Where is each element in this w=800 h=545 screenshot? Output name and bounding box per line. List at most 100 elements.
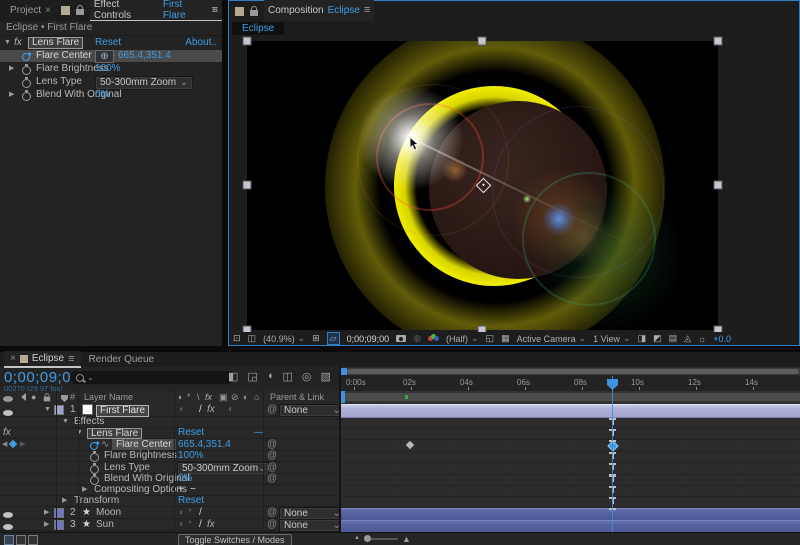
stopwatch-icon[interactable] (20, 51, 31, 62)
composition-viewport[interactable] (229, 36, 799, 332)
playhead-line[interactable] (612, 376, 613, 532)
region-of-interest-icon[interactable]: ◱ (486, 333, 495, 344)
pickwhip-icon[interactable]: @ (267, 474, 277, 484)
stopwatch-icon[interactable] (22, 79, 31, 88)
pickwhip-icon[interactable]: @ (267, 519, 277, 530)
composition-breadcrumb-tab[interactable]: Eclipse (232, 22, 284, 35)
param-row-flare-center[interactable]: Flare Center ⊕ 665.4,351.4 (0, 50, 222, 62)
tab-project[interactable]: Project × (6, 0, 55, 21)
expand-layer-switches-icon[interactable] (4, 535, 14, 545)
stopwatch-icon[interactable] (22, 92, 31, 101)
pickwhip-icon[interactable]: @ (267, 403, 277, 416)
next-keyframe-icon[interactable]: ▶ (20, 439, 25, 450)
stopwatch-icon[interactable] (90, 453, 99, 462)
quality-switch[interactable]: / (199, 403, 202, 416)
param-row-lens-type[interactable]: Lens Type 50-300mm Zoom ⌄ (0, 76, 222, 88)
selection-handle[interactable] (714, 181, 723, 190)
resolution-select[interactable]: (Half) ⌄ (446, 333, 479, 344)
layer-bar-first-flare[interactable] (341, 404, 800, 418)
param-value[interactable]: 665.4,351.4 (118, 50, 171, 62)
quality-switch[interactable]: / (199, 519, 202, 530)
property-row-flare-brightness[interactable]: Flare Brightness 100% @ (0, 451, 339, 462)
mini-flowchart-icon[interactable]: ◧ (228, 370, 238, 383)
close-icon[interactable]: × (10, 353, 16, 364)
keyframe-toggle-icon[interactable] (9, 440, 17, 448)
snapshot-camera-icon[interactable] (396, 335, 406, 342)
expand-transfer-controls-icon[interactable] (16, 535, 26, 545)
zoom-in-mountain-icon[interactable]: ▲ (402, 534, 411, 544)
frame-blending-icon[interactable]: ◫ (282, 370, 292, 383)
magnification-select[interactable]: (40.9%) ⌄ (263, 333, 305, 344)
work-area-region[interactable] (343, 393, 800, 401)
property-value[interactable]: 0% (178, 474, 192, 484)
collapse-triangle-icon[interactable]: ▼ (62, 417, 69, 427)
effect-row-lens-flare[interactable]: fx ▼ Lens Flare Reset — (0, 428, 339, 439)
mask-visibility-toggle[interactable]: ▱ (327, 332, 340, 345)
parent-select[interactable]: None ⌄ (279, 404, 346, 417)
panel-overflow-icon[interactable]: » (212, 4, 218, 16)
expand-triangle-icon[interactable]: ▶ (44, 507, 49, 518)
primary-viewer-icon[interactable]: ◫ (248, 333, 257, 344)
collapse-triangle-icon[interactable]: ▼ (44, 403, 51, 416)
parent-select[interactable]: None ⌄ (279, 519, 346, 532)
time-navigator-start-handle[interactable] (341, 368, 347, 375)
graph-editor-icon[interactable]: ▧ (320, 370, 330, 383)
expand-triangle-icon[interactable]: ▶ (9, 63, 14, 75)
param-row-flare-brightness[interactable]: ▶ Flare Brightness 100% (0, 63, 222, 75)
eye-icon[interactable] (3, 524, 13, 530)
comp-flowchart-icon[interactable]: ◬ (684, 333, 691, 344)
group-row-effects[interactable]: ▼ Effects (0, 417, 339, 428)
layer-row-sun[interactable]: ▶ 3 ★ Sun ◖ * / fx @ None ⌄ (0, 519, 339, 531)
panel-menu-icon[interactable]: ≡ (68, 353, 74, 365)
tab-timeline-eclipse[interactable]: × Eclipse ≡ (4, 351, 81, 368)
comp-marker[interactable] (405, 395, 408, 399)
prev-keyframe-icon[interactable]: ◀ (2, 439, 7, 450)
effect-about-link[interactable]: About.. (185, 37, 217, 49)
lock-icon[interactable] (76, 9, 84, 15)
flare-center-point-button[interactable]: ⊕ (95, 50, 114, 63)
view-layout-select[interactable]: 1 View ⌄ (593, 333, 630, 344)
timeline-timecode-block[interactable]: 0;00;09;00 00270 (29.97 fps) (4, 369, 80, 393)
transform-reset-button[interactable]: Reset (178, 496, 204, 506)
param-value[interactable]: 0% (95, 89, 109, 101)
layer-name[interactable]: Moon (96, 507, 121, 518)
eye-icon[interactable] (3, 410, 13, 416)
layer-bar-sun[interactable] (341, 520, 800, 532)
effect-reset-button[interactable]: Reset (95, 37, 121, 49)
time-ruler[interactable]: 0:00s 02s 04s 06s 08s 10s 12s 14s (341, 375, 800, 392)
reset-exposure-icon[interactable]: ☼ (698, 334, 706, 344)
comp-current-time[interactable]: 0;00;09;00 (347, 334, 390, 344)
collapse-switch[interactable]: * (188, 507, 192, 518)
time-navigator-bar[interactable] (347, 369, 799, 374)
shy-switch[interactable]: ◖ (178, 403, 184, 416)
timeline-search-input[interactable]: ⌄ (70, 371, 234, 384)
toggle-switches-modes-button[interactable]: Toggle Switches / Modes (178, 534, 292, 545)
expand-triangle-icon[interactable]: ▶ (44, 519, 49, 530)
view-select[interactable]: Active Camera ⌄ (517, 333, 587, 344)
timeline-button-icon[interactable]: ▤ (669, 333, 678, 344)
time-navigator[interactable] (341, 368, 800, 375)
effect-name[interactable]: Lens Flare (87, 428, 142, 439)
eye-icon[interactable] (3, 512, 13, 518)
show-snapshot-icon[interactable]: ◍ (413, 333, 421, 344)
effect-reset-button[interactable]: Reset (178, 428, 204, 438)
selection-handle[interactable] (243, 37, 252, 46)
group-row-compositing-options[interactable]: ▶ Compositing Options + − (0, 485, 339, 496)
tab-composition[interactable]: Composition Eclipse ≡ (264, 0, 374, 23)
hide-shy-layers-icon[interactable]: ◖ (267, 370, 274, 383)
grid-guides-icon[interactable]: ⊞ (312, 333, 320, 344)
param-value[interactable]: 100% (95, 63, 121, 75)
work-area-bar[interactable] (341, 391, 800, 403)
group-row-transform[interactable]: ▶ Transform Reset (0, 496, 339, 507)
timeline-zoom-knob[interactable] (364, 535, 371, 542)
lens-type-dropdown[interactable]: 50-300mm Zoom ⌄ (95, 76, 193, 90)
shy-switch[interactable]: ◖ (178, 519, 184, 530)
work-area-start-handle[interactable] (341, 391, 345, 403)
show-channel-icon[interactable] (428, 334, 439, 343)
fast-previews-icon[interactable]: ◩ (653, 333, 662, 344)
pickwhip-icon[interactable]: @ (267, 451, 277, 461)
tab-render-queue[interactable]: Render Queue (83, 352, 161, 367)
draft-3d-icon[interactable]: ◲ (247, 370, 257, 383)
layer-row-moon[interactable]: ▶ 2 ★ Moon ◖ * / @ None ⌄ (0, 507, 339, 519)
exposure-value[interactable]: +0.0 (713, 334, 731, 344)
